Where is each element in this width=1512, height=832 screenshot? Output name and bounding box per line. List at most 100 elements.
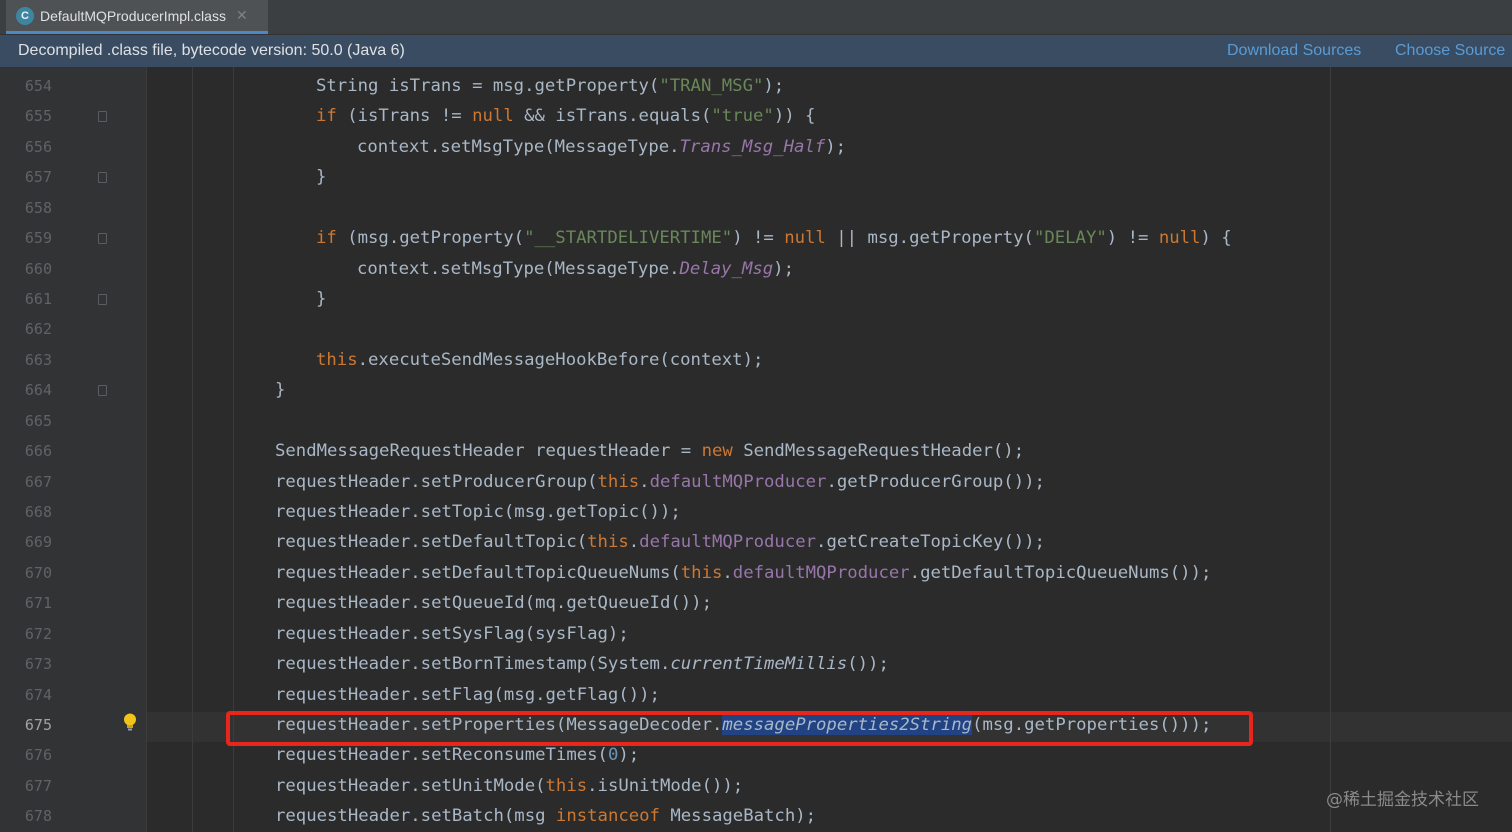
code-token: context.setMsgType(MessageType. xyxy=(357,136,680,157)
code-token: || msg.getProperty( xyxy=(825,228,1034,249)
code-line-671[interactable]: requestHeader.setQueueId(mq.getQueueId()… xyxy=(275,588,712,618)
code-token: ) != xyxy=(1106,228,1159,249)
code-token: } xyxy=(275,380,286,401)
choose-sources-link[interactable]: Choose Source xyxy=(1395,42,1505,60)
code-token: MessageBatch); xyxy=(659,806,817,827)
code-token: .isUnitMode()); xyxy=(587,775,744,796)
code-line-661[interactable]: } xyxy=(316,284,326,314)
red-highlight-annotation xyxy=(226,711,1253,746)
line-number[interactable]: 658 xyxy=(0,193,52,223)
code-token: ); xyxy=(825,136,847,157)
tab-defaultmqproducerimpl[interactable]: C DefaultMQProducerImpl.class ✕ xyxy=(6,0,268,34)
code-token: . xyxy=(722,562,733,583)
code-editor[interactable]: 654 655 656 657 658 659 660 661 662 663 664 665 666 6… xyxy=(0,67,1512,832)
class-file-icon: C xyxy=(16,6,34,25)
code-line-670[interactable]: requestHeader.setDefaultTopicQueueNums(t… xyxy=(275,558,1211,588)
line-number[interactable]: 664 xyxy=(0,375,52,405)
line-number[interactable]: 673 xyxy=(0,649,52,679)
code-token: Trans_Msg_Half xyxy=(679,136,826,157)
line-number[interactable]: 677 xyxy=(0,771,52,801)
code-line-666[interactable]: SendMessageRequestHeader requestHeader =… xyxy=(275,436,1024,466)
code-token: defaultMQProducer xyxy=(639,532,817,553)
line-number[interactable]: 665 xyxy=(0,406,52,436)
code-token: instanceof xyxy=(555,806,660,827)
code-token: currentTimeMillis xyxy=(670,654,848,675)
code-token: . xyxy=(628,532,640,553)
code-line-660[interactable]: context.setMsgType(MessageType.Delay_Msg… xyxy=(357,254,794,284)
code-token: this xyxy=(680,562,723,583)
line-number[interactable]: 667 xyxy=(0,467,52,497)
fold-marker-icon[interactable] xyxy=(98,172,107,184)
code-token: ); xyxy=(763,76,785,96)
line-number[interactable]: 663 xyxy=(0,345,52,375)
code-token: context.setMsgType(MessageType. xyxy=(357,258,680,279)
code-line-656[interactable]: context.setMsgType(MessageType.Trans_Msg… xyxy=(357,132,846,162)
code-line-664[interactable]: } xyxy=(275,375,285,405)
code-token: ) != xyxy=(732,228,785,249)
line-number[interactable]: 660 xyxy=(0,254,52,284)
code-line-673[interactable]: requestHeader.setBornTimestamp(System.cu… xyxy=(275,649,889,679)
line-number[interactable]: 678 xyxy=(0,801,52,831)
code-line-677[interactable]: requestHeader.setUnitMode(this.isUnitMod… xyxy=(275,771,743,801)
code-line-674[interactable]: requestHeader.setFlag(msg.getFlag()); xyxy=(275,680,660,710)
code-token: Delay_Msg xyxy=(679,258,774,279)
code-line-663[interactable]: this.executeSendMessageHookBefore(contex… xyxy=(316,345,763,375)
line-number[interactable]: 670 xyxy=(0,558,52,588)
code-token: SendMessageRequestHeader(); xyxy=(732,441,1025,462)
editor-tab-bar: C DefaultMQProducerImpl.class ✕ xyxy=(0,0,1512,35)
code-token: ) { xyxy=(1200,228,1232,249)
fold-marker-icon[interactable] xyxy=(98,385,107,397)
code-line-657[interactable]: } xyxy=(316,162,326,192)
line-number[interactable]: 657 xyxy=(0,162,52,192)
code-token: ); xyxy=(773,258,794,279)
code-line-672[interactable]: requestHeader.setSysFlag(sysFlag); xyxy=(275,619,629,649)
code-line-667[interactable]: requestHeader.setProducerGroup(this.defa… xyxy=(275,467,1045,497)
decompiled-info-text: Decompiled .class file, bytecode version… xyxy=(18,42,405,59)
code-token: requestHeader.setTopic(msg.getTopic()); xyxy=(275,502,681,523)
code-token: null xyxy=(1158,228,1201,249)
line-number[interactable]: 655 xyxy=(0,101,52,131)
code-token: && isTrans.equals( xyxy=(513,106,712,127)
line-number[interactable]: 661 xyxy=(0,284,52,314)
line-number[interactable]: 656 xyxy=(0,132,52,162)
line-number[interactable]: 662 xyxy=(0,314,52,344)
code-token: .executeSendMessageHookBefore(context); xyxy=(357,349,764,370)
code-token: (isTrans != xyxy=(336,106,473,127)
code-token: new xyxy=(701,441,733,462)
code-token: if xyxy=(316,228,337,249)
code-token: .getDefaultTopicQueueNums()); xyxy=(909,562,1212,583)
code-token: .getProducerGroup()); xyxy=(826,471,1045,492)
line-number[interactable]: 666 xyxy=(0,436,52,466)
code-token: .getCreateTopicKey()); xyxy=(816,532,1045,553)
line-number[interactable]: 654 xyxy=(0,71,52,101)
indent-guide xyxy=(192,67,193,832)
code-line-655[interactable]: if (isTrans != null && isTrans.equals("t… xyxy=(316,101,815,131)
fold-marker-icon[interactable] xyxy=(98,233,107,245)
line-number[interactable]: 674 xyxy=(0,680,52,710)
lightbulb-icon[interactable] xyxy=(121,712,139,732)
code-line-668[interactable]: requestHeader.setTopic(msg.getTopic()); xyxy=(275,497,681,527)
line-number[interactable]: 672 xyxy=(0,619,52,649)
code-token: requestHeader.setSysFlag(sysFlag); xyxy=(275,623,629,644)
code-token: requestHeader.setFlag(msg.getFlag()); xyxy=(275,684,660,705)
close-icon[interactable]: ✕ xyxy=(236,7,248,24)
line-number[interactable]: 676 xyxy=(0,740,52,770)
code-line-669[interactable]: requestHeader.setDefaultTopic(this.defau… xyxy=(275,527,1045,557)
line-number[interactable]: 669 xyxy=(0,527,52,557)
right-margin-guide xyxy=(1330,67,1331,832)
code-token: null xyxy=(784,228,826,249)
code-token: . xyxy=(639,471,650,492)
code-line-654[interactable]: String isTrans = msg.getProperty("TRAN_M… xyxy=(316,71,784,101)
watermark: @稀土掘金技术社区 xyxy=(1326,790,1479,810)
line-number[interactable]: 671 xyxy=(0,588,52,618)
line-number[interactable]: 675 xyxy=(0,710,52,740)
download-sources-link[interactable]: Download Sources xyxy=(1227,42,1361,60)
code-line-678[interactable]: requestHeader.setBatch(msg instanceof Me… xyxy=(275,801,816,831)
code-line-659[interactable]: if (msg.getProperty("__STARTDELIVERTIME"… xyxy=(316,223,1232,253)
line-number[interactable]: 668 xyxy=(0,497,52,527)
fold-marker-icon[interactable] xyxy=(98,294,107,305)
code-token: "DELAY" xyxy=(1033,228,1107,249)
line-number[interactable]: 659 xyxy=(0,223,52,253)
fold-marker-icon[interactable] xyxy=(98,111,107,123)
code-token: requestHeader.setReconsumeTimes( xyxy=(275,745,608,766)
